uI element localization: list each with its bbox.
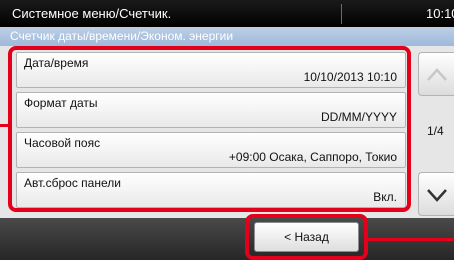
title-divider — [341, 4, 342, 24]
chevron-down-icon — [427, 189, 447, 202]
chevron-up-icon — [427, 68, 447, 81]
back-callout-line — [368, 238, 454, 241]
list-callout-line — [0, 124, 8, 127]
title-bar: Системное меню/Счетчик. 10:10 — [0, 0, 454, 27]
breadcrumb: Счетчик даты/времени/Эконом. энергии — [10, 29, 234, 43]
panel-screen: Системное меню/Счетчик. 10:10 Счетчик да… — [0, 0, 454, 260]
list-highlight-frame — [8, 46, 411, 212]
clock: 10:10 — [426, 6, 454, 21]
screen-title: Системное меню/Счетчик. — [12, 6, 172, 21]
scroll-down-button[interactable] — [418, 172, 454, 216]
scroll-up-button[interactable] — [418, 52, 454, 96]
page-indicator: 1/4 — [427, 124, 444, 138]
back-highlight-frame — [245, 214, 368, 260]
breadcrumb-bar: Счетчик даты/времени/Эконом. энергии — [0, 27, 454, 46]
